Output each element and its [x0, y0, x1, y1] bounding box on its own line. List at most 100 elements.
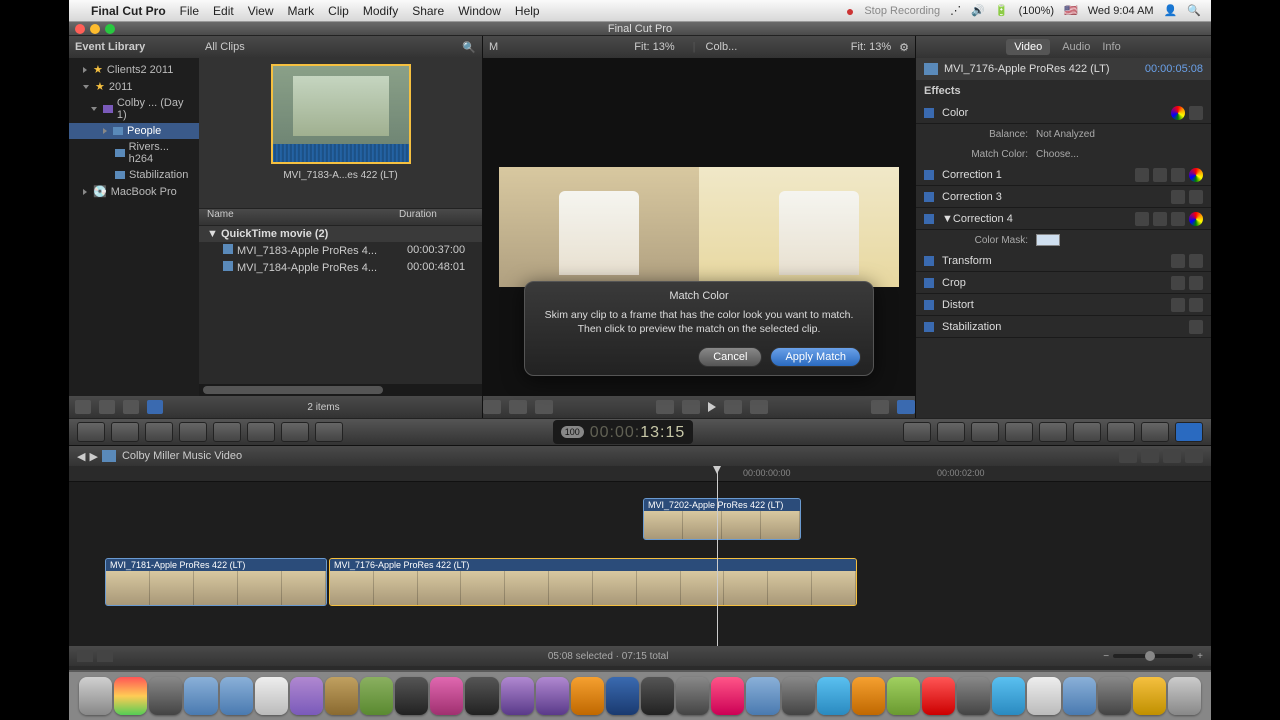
dock-finder[interactable]: [79, 677, 112, 715]
correction-row[interactable]: Correction 3: [916, 186, 1211, 208]
dock-app3[interactable]: [782, 677, 815, 715]
stop-recording-icon[interactable]: ●: [846, 3, 854, 19]
tree-item[interactable]: 💽MacBook Pro: [69, 183, 199, 200]
flag-icon[interactable]: 🇺🇸: [1064, 4, 1078, 17]
insert-button[interactable]: [213, 422, 241, 442]
dock-app5[interactable]: [957, 677, 990, 715]
list-item[interactable]: MVI_7183-Apple ProRes 4...00:00:37:00: [199, 242, 482, 259]
tab-audio[interactable]: Audio: [1062, 41, 1090, 53]
timeline-appearance-icon[interactable]: [97, 650, 113, 662]
connect-button[interactable]: [179, 422, 207, 442]
dock-textedit[interactable]: [1027, 677, 1060, 715]
match-color-choose[interactable]: Choose...: [1036, 149, 1079, 160]
fullscreen-button[interactable]: [871, 400, 889, 414]
dock-idvd[interactable]: [290, 677, 323, 715]
timeline-back-icon[interactable]: ◀: [77, 450, 85, 463]
correction-row[interactable]: Correction 1: [916, 164, 1211, 186]
timecode-display[interactable]: 100 00:00:13:15: [553, 420, 694, 444]
dock-trash[interactable]: [1168, 677, 1201, 715]
correction-row[interactable]: ▼ Correction 4: [916, 208, 1211, 230]
menu-clip[interactable]: Clip: [328, 4, 349, 18]
effects-button[interactable]: [937, 422, 965, 442]
tree-item[interactable]: Stabilization: [69, 167, 199, 183]
filmstrip-button[interactable]: [75, 400, 91, 414]
distort-section[interactable]: Distort: [916, 294, 1211, 316]
wifi-icon[interactable]: ⋰: [950, 4, 961, 17]
dock-safari[interactable]: [184, 677, 217, 715]
menu-view[interactable]: View: [248, 4, 274, 18]
timeline-index-icon[interactable]: [77, 650, 93, 662]
dock-imovie[interactable]: [395, 677, 428, 715]
tree-item[interactable]: Colby ... (Day 1): [69, 95, 199, 123]
dock-twitter[interactable]: [817, 677, 850, 715]
import-button[interactable]: [77, 422, 105, 442]
playhead[interactable]: [717, 466, 718, 646]
crop-button[interactable]: [509, 400, 527, 414]
dock-skype[interactable]: [992, 677, 1025, 715]
apply-match-button[interactable]: Apply Match: [770, 347, 861, 367]
overwrite-button[interactable]: [281, 422, 309, 442]
step-back-button[interactable]: [682, 400, 700, 414]
dock-quicktime[interactable]: [220, 677, 253, 715]
timeline-clip-selected[interactable]: MVI_7176-Apple ProRes 422 (LT): [329, 558, 857, 606]
menu-modify[interactable]: Modify: [363, 4, 398, 18]
dock-facetime[interactable]: [360, 677, 393, 715]
timeline-clip[interactable]: MVI_7202-Apple ProRes 422 (LT): [643, 498, 801, 540]
select-tool[interactable]: [315, 422, 343, 442]
clock[interactable]: Wed 9:04 AM: [1088, 5, 1154, 17]
grid-view-button[interactable]: [147, 400, 163, 414]
transitions-button[interactable]: [1039, 422, 1067, 442]
tree-item[interactable]: ★2011: [69, 78, 199, 95]
menu-file[interactable]: File: [180, 4, 199, 18]
dock-fcpx[interactable]: [465, 677, 498, 715]
tab-video[interactable]: Video: [1006, 39, 1050, 55]
timeline-ruler[interactable]: 00:00:00:00 00:00:02:00: [69, 466, 1211, 482]
timeline-clip[interactable]: MVI_7181-Apple ProRes 422 (LT): [105, 558, 327, 606]
dock-chrome[interactable]: [114, 677, 147, 715]
generators-button[interactable]: [1107, 422, 1135, 442]
zoom-slider[interactable]: −+: [1103, 651, 1203, 662]
close-icon[interactable]: [75, 24, 85, 34]
minimize-icon[interactable]: [90, 24, 100, 34]
color-wheel-icon[interactable]: [1171, 106, 1185, 120]
color-section[interactable]: Color: [916, 102, 1211, 124]
menu-edit[interactable]: Edit: [213, 4, 234, 18]
menu-mark[interactable]: Mark: [288, 4, 315, 18]
dock-lightroom[interactable]: [641, 677, 674, 715]
marker-button[interactable]: [145, 422, 173, 442]
app-name[interactable]: Final Cut Pro: [91, 4, 166, 18]
retiming-button[interactable]: [903, 422, 931, 442]
titles-button[interactable]: [1073, 422, 1101, 442]
dock-aftereffects[interactable]: [536, 677, 569, 715]
viewer-canvas[interactable]: Match Color Skim any clip to a frame tha…: [483, 58, 915, 396]
scrollbar-horizontal[interactable]: [199, 384, 482, 396]
timeline-index-button[interactable]: [1119, 449, 1137, 463]
photos-button[interactable]: [971, 422, 999, 442]
keyword-button[interactable]: [111, 422, 139, 442]
tree-item[interactable]: ★Clients2 2011: [69, 61, 199, 78]
color-mask-swatch[interactable]: [1036, 234, 1060, 246]
viewer-options-icon[interactable]: ⚙: [899, 41, 909, 54]
viewer-fit-right[interactable]: Fit: 13%: [851, 41, 891, 53]
search-icon[interactable]: 🔍: [462, 41, 476, 54]
list-item[interactable]: MVI_7184-Apple ProRes 4...00:00:48:01: [199, 259, 482, 276]
dock-appstore[interactable]: [149, 677, 182, 715]
user-icon[interactable]: 👤: [1164, 4, 1178, 17]
step-fwd-button[interactable]: [724, 400, 742, 414]
dock-app4[interactable]: [852, 677, 885, 715]
dock-folder[interactable]: [1133, 677, 1166, 715]
menu-window[interactable]: Window: [458, 4, 501, 18]
dock-preview[interactable]: [255, 677, 288, 715]
tree-item[interactable]: Rivers... h264: [69, 139, 199, 167]
dock-evernote[interactable]: [887, 677, 920, 715]
timeline[interactable]: 00:00:00:00 00:00:02:00 MVI_7202-Apple P…: [69, 466, 1211, 646]
solo-button[interactable]: [1185, 449, 1203, 463]
zoom-icon[interactable]: [105, 24, 115, 34]
menu-share[interactable]: Share: [412, 4, 444, 18]
tree-item-selected[interactable]: People: [69, 123, 199, 139]
menu-help[interactable]: Help: [515, 4, 540, 18]
viewer-fit-left[interactable]: Fit: 13%: [634, 41, 674, 53]
inspector-toggle[interactable]: [1175, 422, 1203, 442]
dock-itunes[interactable]: [746, 677, 779, 715]
music-button[interactable]: [1005, 422, 1033, 442]
